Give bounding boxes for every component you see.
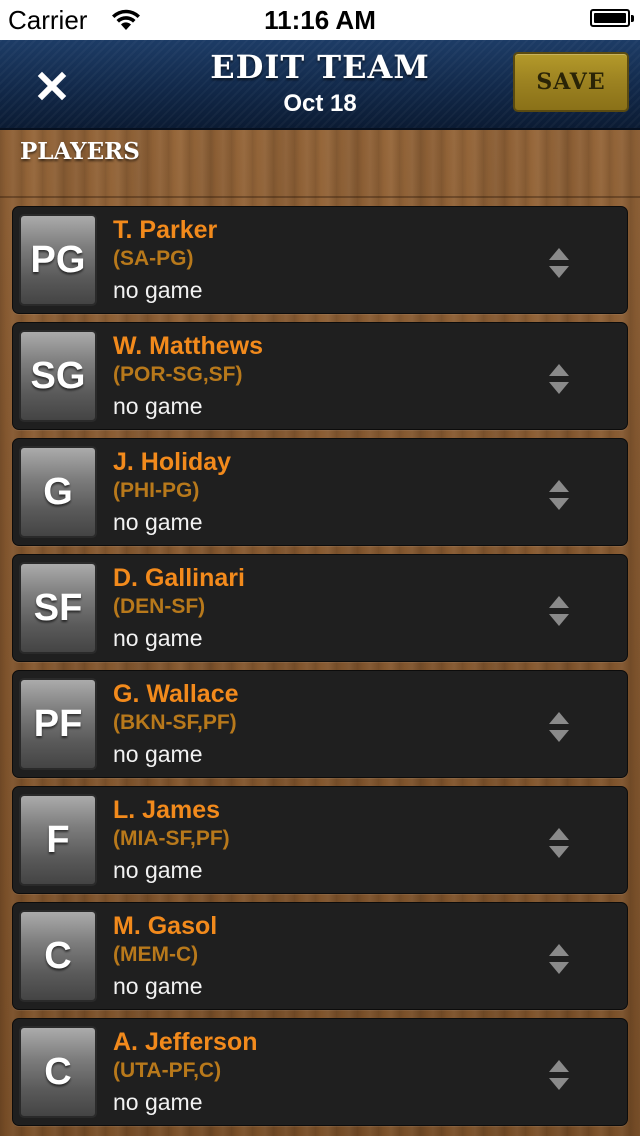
nav-bar: EDIT TEAM Oct 18 SAVE (0, 40, 640, 130)
player-row[interactable]: PF G. Wallace (BKN-SF,PF) no game (12, 670, 628, 778)
position-badge: G (19, 446, 97, 538)
section-divider (0, 196, 640, 198)
player-team: (PHI-PG) (113, 479, 200, 502)
player-name: J. Holiday (113, 448, 232, 476)
player-team: (SA-PG) (113, 247, 194, 270)
player-row[interactable]: SF D. Gallinari (DEN-SF) no game (12, 554, 628, 662)
player-team: (DEN-SF) (113, 595, 206, 618)
player-team: (BKN-SF,PF) (113, 711, 237, 734)
player-team: (UTA-PF,C) (113, 1059, 222, 1082)
player-status: no game (113, 625, 203, 651)
reorder-handle-icon[interactable] (547, 245, 571, 281)
player-name: G. Wallace (113, 680, 239, 708)
reorder-handle-icon[interactable] (547, 593, 571, 629)
position-badge: C (19, 910, 97, 1002)
player-status: no game (113, 741, 203, 767)
players-section-title: PLAYERS (20, 138, 140, 165)
player-name: D. Gallinari (113, 564, 245, 592)
player-row[interactable]: C M. Gasol (MEM-C) no game (12, 902, 628, 1010)
player-row[interactable]: G J. Holiday (PHI-PG) no game (12, 438, 628, 546)
player-status: no game (113, 857, 203, 883)
reorder-handle-icon[interactable] (547, 941, 571, 977)
position-badge: SF (19, 562, 97, 654)
position-badge: C (19, 1026, 97, 1118)
clock: 11:16 AM (264, 5, 376, 35)
position-badge: PF (19, 678, 97, 770)
player-team: (MEM-C) (113, 943, 199, 966)
position-badge: F (19, 794, 97, 886)
player-status: no game (113, 973, 203, 999)
reorder-handle-icon[interactable] (547, 361, 571, 397)
position-badge: SG (19, 330, 97, 422)
reorder-handle-icon[interactable] (547, 825, 571, 861)
save-button[interactable]: SAVE (513, 52, 629, 112)
player-name: M. Gasol (113, 912, 218, 940)
player-row[interactable]: F L. James (MIA-SF,PF) no game (12, 786, 628, 894)
reorder-handle-icon[interactable] (547, 477, 571, 513)
reorder-handle-icon[interactable] (547, 1057, 571, 1093)
player-team: (MIA-SF,PF) (113, 827, 230, 850)
player-name: L. James (113, 796, 221, 824)
player-status: no game (113, 509, 203, 535)
player-status: no game (113, 1089, 203, 1115)
player-status: no game (113, 277, 203, 303)
player-status: no game (113, 393, 203, 419)
player-row[interactable]: C A. Jefferson (UTA-PF,C) no game (12, 1018, 628, 1126)
player-name: T. Parker (113, 216, 218, 244)
player-team: (POR-SG,SF) (113, 363, 243, 386)
position-badge: PG (19, 214, 97, 306)
player-name: W. Matthews (113, 332, 264, 360)
player-row[interactable]: PG T. Parker (SA-PG) no game (12, 206, 628, 314)
reorder-handle-icon[interactable] (547, 709, 571, 745)
status-bar: Carrier 11:16 AM (0, 0, 640, 40)
player-name: A. Jefferson (113, 1028, 258, 1056)
player-row[interactable]: SG W. Matthews (POR-SG,SF) no game (12, 322, 628, 430)
battery-icon (590, 9, 634, 27)
